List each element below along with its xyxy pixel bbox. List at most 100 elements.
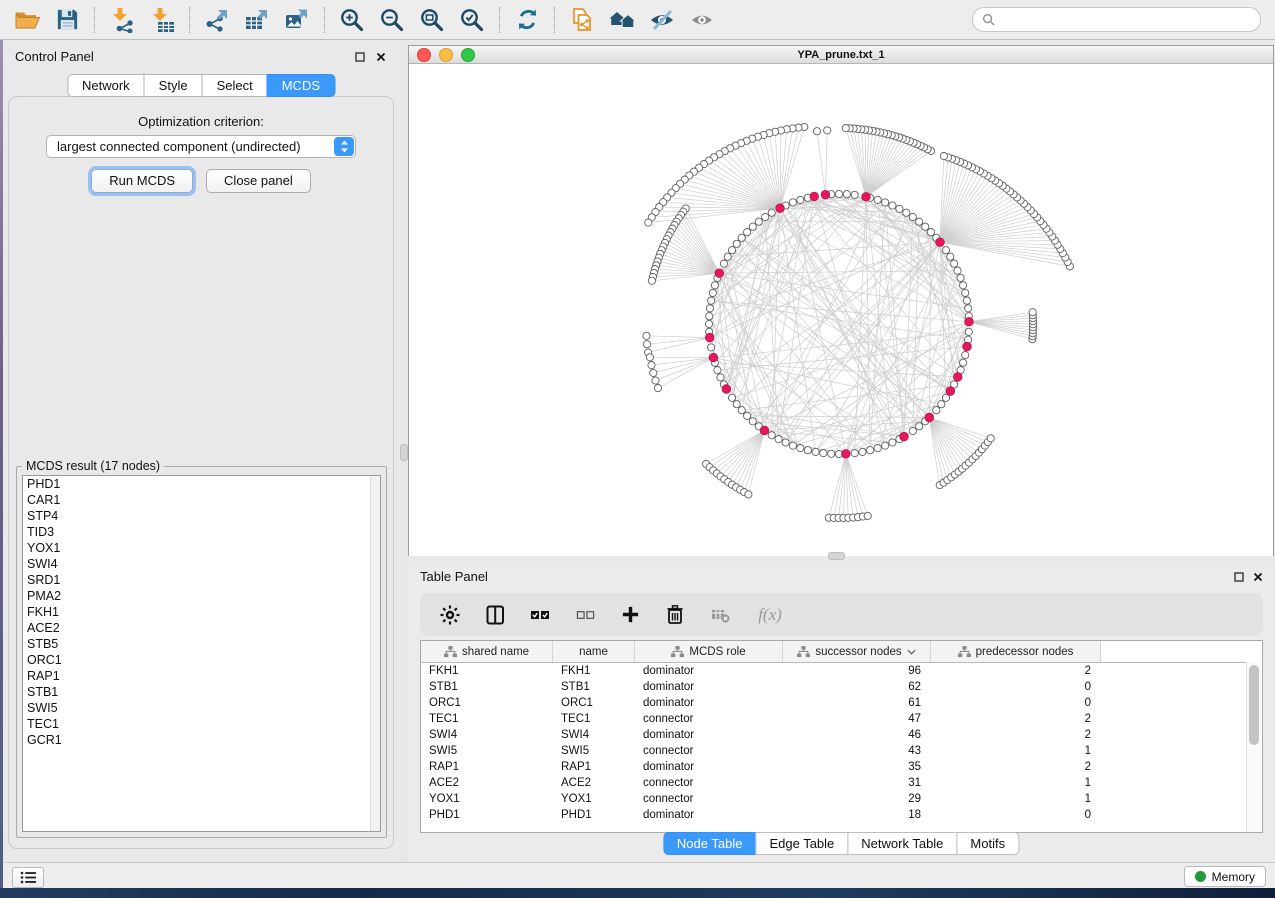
table-row[interactable]: SWI4SWI4dominator462 xyxy=(421,727,1262,743)
mcds-result-item[interactable]: STP4 xyxy=(23,508,380,524)
float-table-panel-button[interactable] xyxy=(1232,570,1245,583)
list-icon xyxy=(20,871,37,884)
horizontal-divider-handle[interactable] xyxy=(828,552,845,560)
table-settings-button[interactable] xyxy=(438,603,462,627)
import-table-from-file-button[interactable] xyxy=(143,4,181,36)
shared-column-icon xyxy=(671,646,684,658)
table-row[interactable]: SWI5SWI5connector431 xyxy=(421,743,1262,759)
table-row[interactable]: PHD1PHD1dominator180 xyxy=(421,807,1262,823)
optimization-criterion-label: Optimization criterion: xyxy=(9,114,393,129)
tab-mcds[interactable]: MCDS xyxy=(267,74,335,97)
memory-button[interactable]: Memory xyxy=(1184,866,1266,887)
duplicate-network-icon xyxy=(569,7,595,33)
cell-mcds_role: connector xyxy=(635,713,783,725)
column-header-successor_nodes[interactable]: successor nodes xyxy=(783,641,931,662)
cell-name: SWI5 xyxy=(553,745,635,757)
mcds-result-item[interactable]: SWI4 xyxy=(23,556,380,572)
column-header-predecessor_nodes[interactable]: predecessor nodes xyxy=(931,641,1101,662)
cell-shared_name: STB1 xyxy=(421,681,553,693)
table-row[interactable]: ACE2ACE2connector311 xyxy=(421,775,1262,791)
cell-mcds_role: dominator xyxy=(635,729,783,741)
mcds-result-item[interactable]: RAP1 xyxy=(23,668,380,684)
mcds-result-item[interactable]: ORC1 xyxy=(23,652,380,668)
mcds-result-item[interactable]: GCR1 xyxy=(23,732,380,748)
cell-successor_nodes: 96 xyxy=(783,665,931,677)
close-mcds-panel-button[interactable]: Close panel xyxy=(206,169,311,193)
save-session-button[interactable] xyxy=(48,4,86,36)
zoom-fit-content-button[interactable] xyxy=(413,4,451,36)
tab-node-table[interactable]: Node Table xyxy=(663,832,757,855)
table-scrollbar-thumb[interactable] xyxy=(1249,665,1259,745)
tab-style[interactable]: Style xyxy=(144,74,203,97)
column-header-name[interactable]: name xyxy=(553,641,635,662)
mcds-result-item[interactable]: SWI5 xyxy=(23,700,380,716)
function-builder-button-disabled: f(x) xyxy=(753,603,787,627)
cell-name: YOX1 xyxy=(553,793,635,805)
show-all-button[interactable] xyxy=(683,4,721,36)
zoom-out-button[interactable] xyxy=(373,4,411,36)
table-row[interactable]: TEC1TEC1connector472 xyxy=(421,711,1262,727)
mcds-result-item[interactable]: PMA2 xyxy=(23,588,380,604)
open-file-button[interactable] xyxy=(8,4,46,36)
mcds-result-item[interactable]: SRD1 xyxy=(23,572,380,588)
network-frame-titlebar[interactable]: YPA_prune.txt_1 xyxy=(409,46,1273,64)
mcds-list-scrollbar[interactable] xyxy=(370,476,380,831)
tab-network-table[interactable]: Network Table xyxy=(847,832,957,855)
table-row[interactable]: ORC1ORC1dominator610 xyxy=(421,695,1262,711)
control-panel: Control Panel NetworkStyleSelectMCDS Opt… xyxy=(3,40,400,862)
search-box[interactable] xyxy=(972,7,1261,32)
float-icon xyxy=(355,52,365,62)
hide-selected-button[interactable] xyxy=(643,4,681,36)
mcds-result-item[interactable]: STB5 xyxy=(23,636,380,652)
float-panel-button[interactable] xyxy=(353,50,366,63)
cell-successor_nodes: 46 xyxy=(783,729,931,741)
mcds-result-item[interactable]: CAR1 xyxy=(23,492,380,508)
mcds-result-item[interactable]: ACE2 xyxy=(23,620,380,636)
shared-column-icon xyxy=(444,646,457,658)
mcds-result-item[interactable]: STB1 xyxy=(23,684,380,700)
mcds-result-item[interactable]: TEC1 xyxy=(23,716,380,732)
control-panel-tabs: NetworkStyleSelectMCDS xyxy=(68,74,335,97)
mcds-result-item[interactable]: YOX1 xyxy=(23,540,380,556)
delete-column-button[interactable] xyxy=(663,603,687,627)
tab-network[interactable]: Network xyxy=(67,74,145,97)
close-table-panel-button[interactable] xyxy=(1251,570,1264,583)
deselect-all-rows-button[interactable] xyxy=(573,603,597,627)
task-history-button[interactable] xyxy=(12,867,44,888)
table-row[interactable]: RAP1RAP1dominator352 xyxy=(421,759,1262,775)
duplicate-network-button[interactable] xyxy=(563,4,601,36)
tab-select[interactable]: Select xyxy=(202,74,268,97)
export-image-button[interactable] xyxy=(278,4,316,36)
import-network-from-file-button[interactable] xyxy=(103,4,141,36)
close-panel-button[interactable] xyxy=(374,50,387,63)
optimization-criterion-select[interactable]: largest connected component (undirected) xyxy=(46,135,356,158)
mcds-result-item[interactable]: TID3 xyxy=(23,524,380,540)
cell-shared_name: ACE2 xyxy=(421,777,553,789)
zoom-selected-button[interactable] xyxy=(453,4,491,36)
vertical-divider-handle[interactable] xyxy=(400,444,408,461)
show-first-neighbors-button[interactable] xyxy=(603,4,641,36)
table-row[interactable]: STB1STB1dominator620 xyxy=(421,679,1262,695)
table-row[interactable]: YOX1YOX1connector291 xyxy=(421,791,1262,807)
mcds-result-list[interactable]: PHD1CAR1STP4TID3YOX1SWI4SRD1PMA2FKH1ACE2… xyxy=(22,475,381,832)
select-all-rows-button[interactable] xyxy=(528,603,552,627)
network-canvas[interactable] xyxy=(409,64,1273,556)
column-header-shared_name[interactable]: shared name xyxy=(421,641,553,662)
create-new-column-button[interactable] xyxy=(618,603,642,627)
table-row[interactable]: FKH1FKH1dominator962 xyxy=(421,663,1262,679)
tab-edge-table[interactable]: Edge Table xyxy=(755,832,848,855)
search-icon xyxy=(982,13,995,26)
search-input[interactable] xyxy=(1001,12,1260,28)
tab-motifs[interactable]: Motifs xyxy=(956,832,1019,855)
zoom-in-button[interactable] xyxy=(333,4,371,36)
mcds-result-item[interactable]: FKH1 xyxy=(23,604,380,620)
export-network-button[interactable] xyxy=(198,4,236,36)
column-header-mcds_role[interactable]: MCDS role xyxy=(635,641,783,662)
run-mcds-button[interactable]: Run MCDS xyxy=(91,169,193,193)
cell-predecessor_nodes: 1 xyxy=(931,777,1101,789)
refresh-view-button[interactable] xyxy=(508,4,546,36)
show-column-chooser-button[interactable] xyxy=(483,603,507,627)
table-scrollbar[interactable] xyxy=(1246,662,1262,832)
mcds-result-item[interactable]: PHD1 xyxy=(23,476,380,492)
export-table-button[interactable] xyxy=(238,4,276,36)
